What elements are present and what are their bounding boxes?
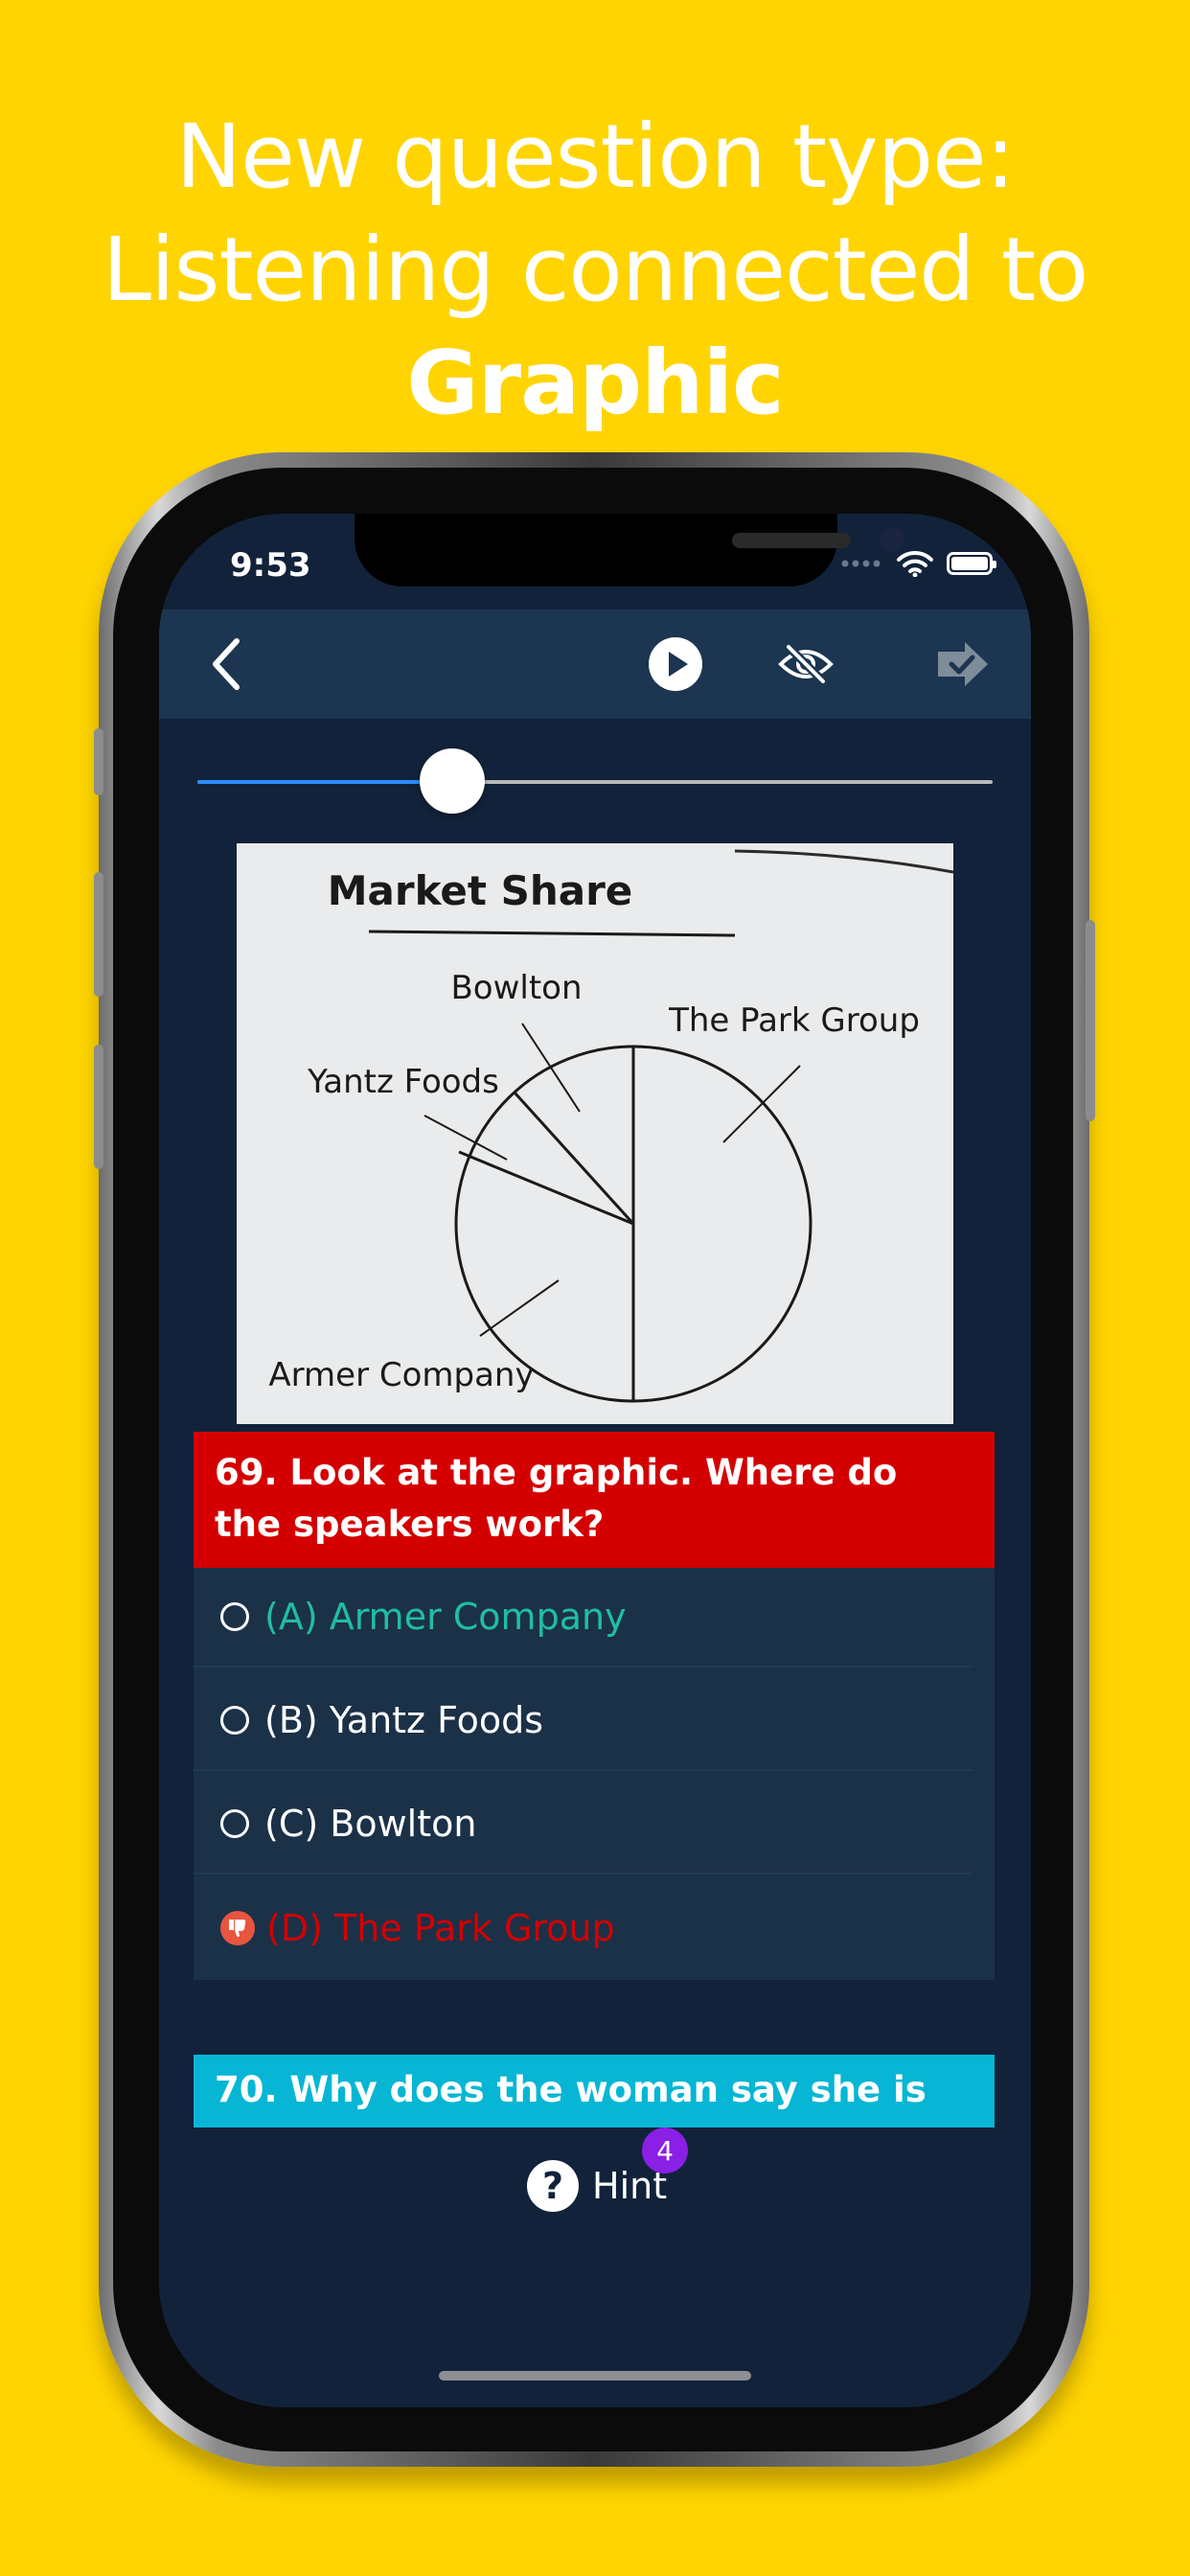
option-c[interactable]: (C) Bowlton [194, 1775, 973, 1874]
chevron-left-icon [213, 638, 240, 690]
question-70-text: 70. Why does the woman say she is [194, 2055, 995, 2128]
play-button[interactable] [642, 631, 709, 698]
audio-progress-slider[interactable] [197, 748, 993, 814]
back-button[interactable] [194, 631, 261, 698]
radio-icon [220, 1809, 249, 1838]
option-a-label: (A) Armer Company [264, 1596, 627, 1638]
status-time: 9:53 [230, 546, 311, 585]
graphic-label-armer: Armer Company [268, 1356, 534, 1394]
phone-volume-up [94, 872, 103, 997]
promo-headline: New question type: Listening connected t… [0, 101, 1190, 440]
graphic-label-park-group: The Park Group [668, 1001, 920, 1040]
audio-progress-thumb[interactable] [419, 748, 485, 814]
headline-bold-word: Graphic [406, 332, 784, 434]
question-69-options: (A) Armer Company (B) Yantz Foods (C) Bo… [194, 1568, 995, 1980]
signal-dots-icon [841, 560, 881, 567]
phone-power-button [1086, 920, 1095, 1121]
headline-line-2-text: Listening connected to [102, 218, 1089, 321]
headline-line-1: New question type: [175, 105, 1015, 208]
phone-volume-down [94, 1045, 103, 1169]
thumbs-down-icon [220, 1911, 255, 1945]
option-d-label: (D) The Park Group [266, 1907, 615, 1949]
option-b-label: (B) Yantz Foods [264, 1699, 543, 1741]
home-indicator[interactable] [439, 2371, 751, 2380]
question-mark-icon: ? [527, 2160, 579, 2212]
graphic-label-yantz: Yantz Foods [307, 1063, 499, 1101]
radio-icon [220, 1706, 249, 1735]
graphic-label-bowlton: Bowlton [450, 969, 582, 1007]
next-check-icon [938, 642, 988, 686]
wifi-icon [897, 550, 933, 577]
option-b[interactable]: (B) Yantz Foods [194, 1671, 973, 1771]
play-icon [649, 637, 702, 691]
hint-button[interactable]: ? Hint 4 [527, 2128, 688, 2212]
hide-answers-button[interactable] [772, 631, 839, 698]
audio-progress-fill [197, 780, 452, 784]
status-icons [841, 550, 996, 577]
phone-silent-switch [94, 728, 103, 795]
graphic-title: Market Share [328, 867, 633, 914]
option-a[interactable]: (A) Armer Company [194, 1568, 973, 1668]
option-c-label: (C) Bowlton [264, 1803, 477, 1845]
eye-slash-icon [778, 643, 834, 685]
next-button[interactable] [929, 631, 996, 698]
toolbar [159, 610, 1031, 719]
headline-line-2: Listening connected to Graphic [0, 214, 1190, 440]
market-share-graphic: Market Share Bowlton The Park Group Yant… [237, 843, 953, 1424]
radio-icon [220, 1602, 249, 1631]
phone-screen: 9:53 Market Share Bowlton The Park Group… [159, 514, 1031, 2407]
question-69-text: 69. Look at the graphic. Where do the sp… [194, 1432, 995, 1568]
status-bar: 9:53 [159, 514, 1031, 610]
battery-icon [947, 552, 996, 575]
option-d[interactable]: (D) The Park Group [194, 1878, 973, 1978]
hint-count-badge: 4 [642, 2128, 688, 2174]
